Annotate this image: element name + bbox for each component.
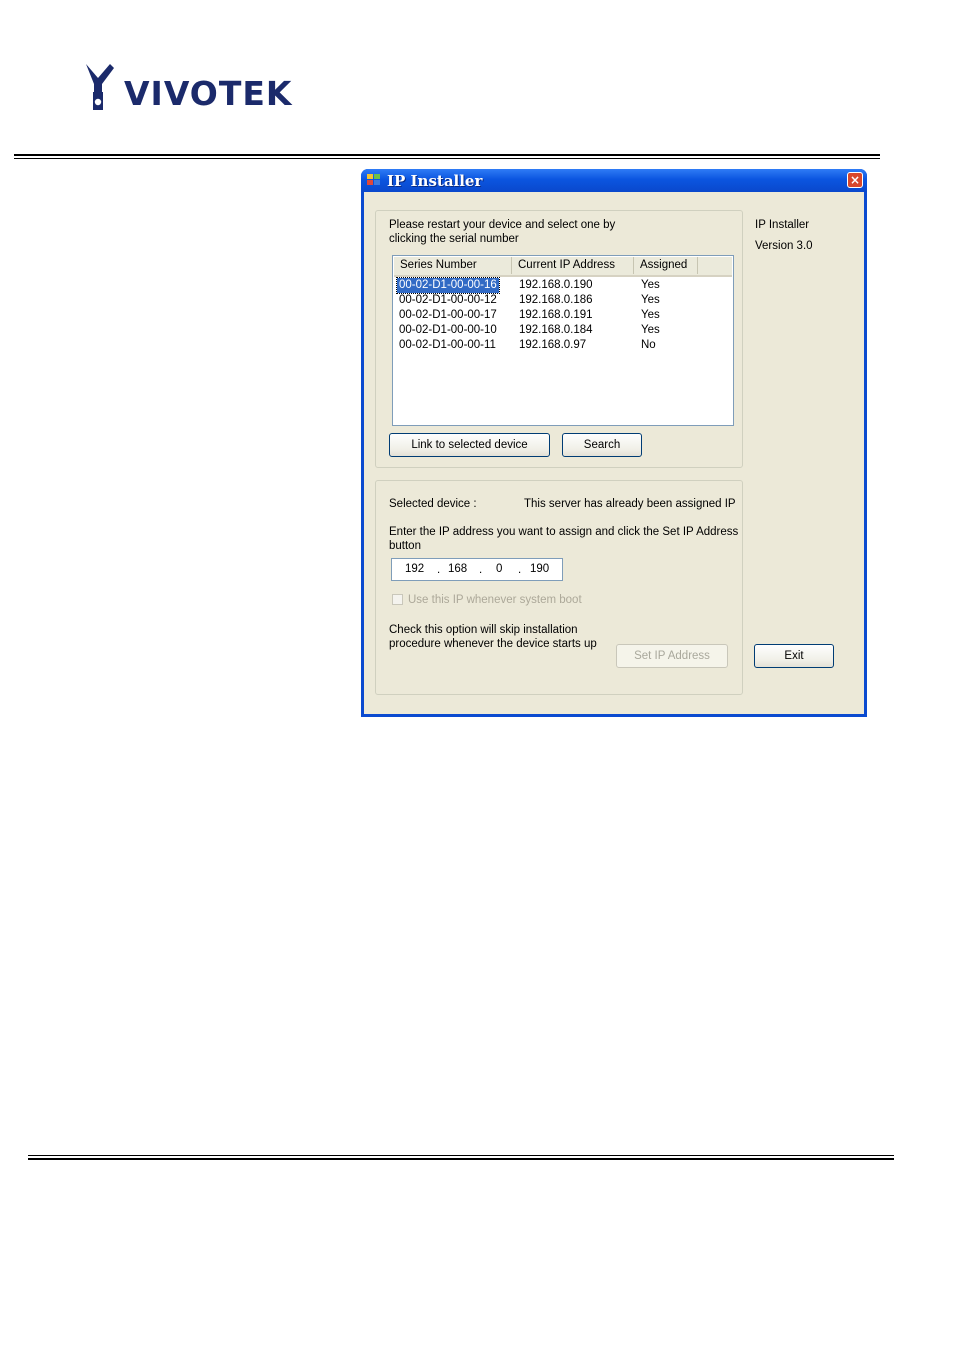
instruction-line-2: clicking the serial number — [389, 233, 519, 245]
row-ip: 192.168.0.184 — [519, 324, 593, 336]
ip-octet-1[interactable]: 192 — [405, 562, 424, 576]
title-bar[interactable]: IP Installer × — [361, 169, 867, 192]
vivotek-logo: VIVOTEK — [84, 62, 294, 114]
enter-ip-instruction-line-2: button — [389, 540, 421, 552]
row-series-number: 00-02-D1-00-00-10 — [399, 324, 497, 336]
row-assigned: Yes — [641, 279, 660, 291]
logo-text: VIVOTEK — [124, 74, 293, 113]
column-series-number[interactable]: Series Number — [394, 257, 512, 274]
row-series-number: 00-02-D1-00-00-11 — [399, 339, 496, 351]
skip-note-line-2: procedure whenever the device starts up — [389, 638, 597, 650]
row-series-number: 00-02-D1-00-00-17 — [399, 309, 497, 321]
camera-logo-icon — [86, 64, 114, 110]
table-row[interactable]: 00-02-D1-00-00-10 192.168.0.184 Yes — [393, 323, 731, 338]
bottom-rule — [28, 1158, 894, 1160]
row-ip: 192.168.0.191 — [519, 309, 593, 321]
row-ip: 192.168.0.97 — [519, 339, 587, 351]
instruction-line-1: Please restart your device and select on… — [389, 219, 616, 231]
ip-dot-separator: . — [479, 564, 483, 576]
use-ip-on-boot-label: Use this IP whenever system boot — [408, 594, 582, 606]
table-row[interactable]: 00-02-D1-00-00-17 192.168.0.191 Yes — [393, 308, 731, 323]
exit-button[interactable]: Exit — [754, 644, 834, 668]
app-icon — [367, 174, 380, 185]
window-title: IP Installer — [387, 172, 483, 190]
row-series-number: 00-02-D1-00-00-12 — [399, 294, 497, 306]
ip-octet-2[interactable]: 168 — [448, 562, 467, 576]
selected-device-label: Selected device : — [389, 498, 477, 510]
top-rule — [14, 154, 880, 156]
close-icon[interactable]: × — [847, 172, 863, 188]
ip-octet-4[interactable]: 190 — [530, 562, 549, 576]
ip-dot-separator: . — [437, 564, 441, 576]
row-assigned: Yes — [641, 324, 660, 336]
about-version: Version 3.0 — [755, 240, 813, 252]
column-current-ip[interactable]: Current IP Address — [512, 257, 634, 274]
row-assigned: Yes — [641, 309, 660, 321]
search-button[interactable]: Search — [562, 433, 642, 457]
row-assigned: Yes — [641, 294, 660, 306]
link-to-selected-device-button[interactable]: Link to selected device — [389, 433, 550, 457]
row-series-number: 00-02-D1-00-00-16 — [396, 277, 500, 294]
table-row[interactable]: 00-02-D1-00-00-11 192.168.0.97 No — [393, 338, 731, 353]
ip-installer-window: IP Installer × Please restart your devic… — [361, 169, 867, 717]
ip-dot-separator: . — [518, 564, 522, 576]
window-client-area: Please restart your device and select on… — [364, 192, 864, 714]
use-ip-on-boot-checkbox[interactable] — [392, 594, 403, 605]
table-row[interactable]: 00-02-D1-00-00-12 192.168.0.186 Yes — [393, 293, 731, 308]
ip-address-input[interactable]: 192 . 168 . 0 . 190 — [391, 558, 563, 581]
selected-device-status: This server has already been assigned IP — [524, 498, 736, 510]
row-ip: 192.168.0.190 — [519, 279, 593, 291]
bottom-rule-thin — [28, 1155, 894, 1156]
top-rule-thin — [14, 158, 880, 159]
column-assigned[interactable]: Assigned — [634, 257, 698, 274]
device-list[interactable]: Series Number Current IP Address Assigne… — [392, 255, 734, 426]
set-ip-address-button[interactable]: Set IP Address — [616, 644, 728, 668]
list-header: Series Number Current IP Address Assigne… — [394, 257, 732, 277]
skip-note-line-1: Check this option will skip installation — [389, 624, 578, 636]
row-ip: 192.168.0.186 — [519, 294, 593, 306]
ip-octet-3[interactable]: 0 — [496, 562, 502, 576]
about-app-name: IP Installer — [755, 219, 810, 231]
enter-ip-instruction-line-1: Enter the IP address you want to assign … — [389, 526, 739, 538]
table-row[interactable]: 00-02-D1-00-00-16 192.168.0.190 Yes — [393, 277, 731, 294]
row-assigned: No — [641, 339, 656, 351]
